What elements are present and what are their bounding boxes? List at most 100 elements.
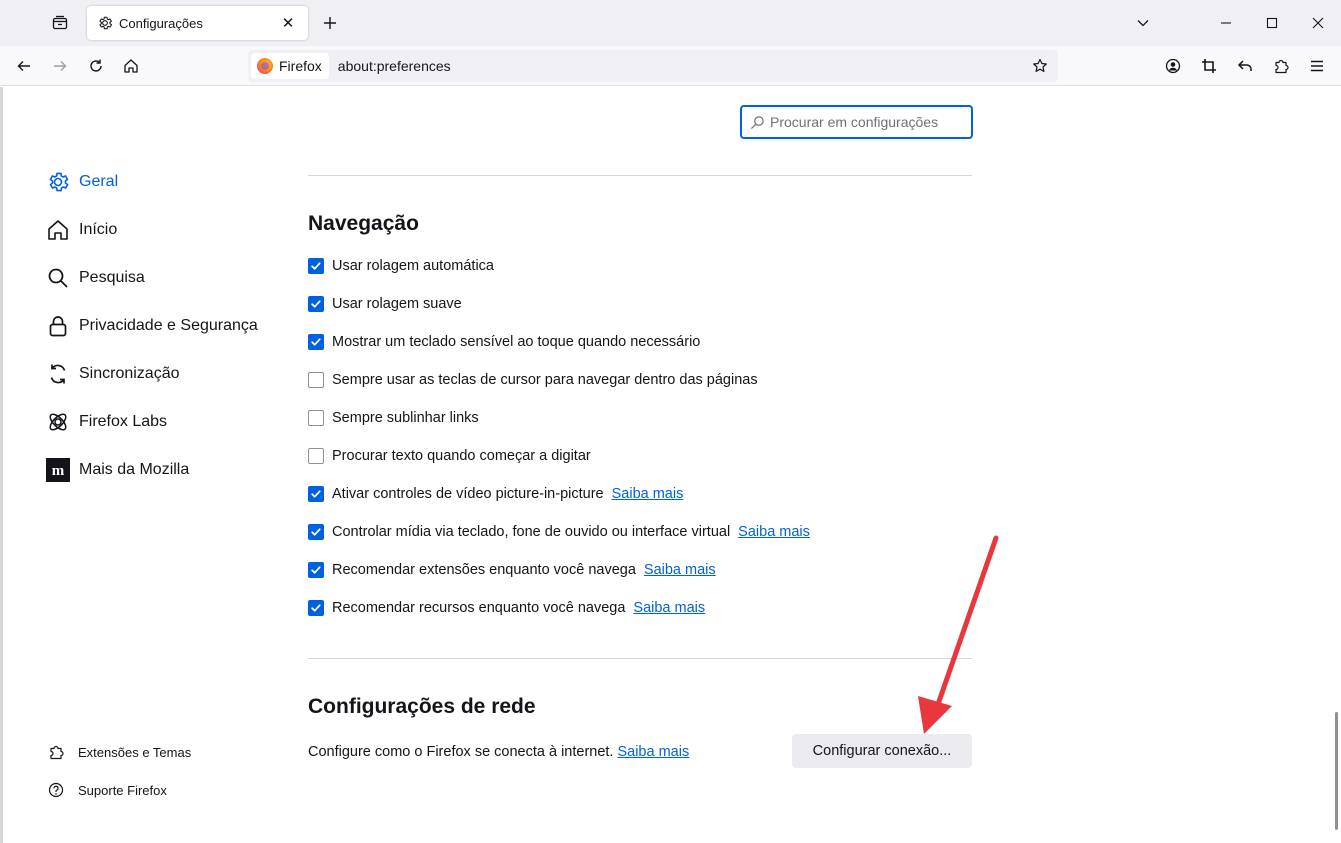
checkbox-checked[interactable]: [308, 562, 324, 578]
sidebar-item-firefox-labs[interactable]: Firefox Labs: [44, 406, 167, 438]
sidebar-item-label: Pesquisa: [79, 269, 145, 286]
checkbox-checked[interactable]: [308, 258, 324, 274]
tab-list-icon[interactable]: [44, 8, 76, 38]
settings-search-field[interactable]: [740, 105, 973, 139]
chevron-down-icon[interactable]: [1120, 0, 1166, 46]
option-label: Sempre sublinhar links: [332, 410, 479, 426]
close-tab-icon[interactable]: ✕: [278, 13, 298, 33]
menu-icon[interactable]: [1301, 50, 1333, 82]
checkbox-checked[interactable]: [308, 486, 324, 502]
gear-icon: [44, 168, 72, 196]
screenshot-icon[interactable]: [1193, 50, 1225, 82]
footer-link-label: Suporte Firefox: [78, 782, 167, 798]
minimize-icon[interactable]: [1203, 0, 1249, 46]
checkbox-checked[interactable]: [308, 334, 324, 350]
learn-more-link[interactable]: Saiba mais: [633, 600, 705, 616]
footer-link-label: Extensões e Temas: [78, 744, 192, 760]
firefox-support-link[interactable]: Suporte Firefox: [46, 778, 167, 802]
mozilla-icon: m: [44, 456, 72, 484]
reload-icon[interactable]: [80, 50, 112, 82]
sidebar-item-sincronizacao[interactable]: Sincronização: [44, 358, 180, 390]
sidebar-item-label: Mais da Mozilla: [79, 461, 190, 478]
sidebar-item-label: Sincronização: [79, 365, 180, 382]
close-window-icon[interactable]: [1295, 0, 1341, 46]
section-title-navigation: Navegação: [308, 212, 419, 235]
learn-more-link[interactable]: Saiba mais: [612, 486, 684, 502]
extensions-themes-link[interactable]: Extensões e Temas: [46, 740, 191, 764]
learn-more-link[interactable]: Saiba mais: [738, 524, 810, 540]
checkbox-unchecked[interactable]: [308, 448, 324, 464]
forward-icon[interactable]: [44, 50, 76, 82]
identity-box[interactable]: Firefox: [251, 53, 329, 79]
navigation-option[interactable]: Usar rolagem automática: [308, 255, 494, 277]
network-description-text: Configure como o Firefox se conecta à in…: [308, 744, 614, 760]
url-bar[interactable]: Firefox about:preferences: [248, 50, 1058, 82]
sidebar-item-mais-mozilla[interactable]: m Mais da Mozilla: [44, 454, 189, 486]
navigation-option[interactable]: Procurar texto quando começar a digitar: [308, 445, 591, 467]
checkbox-checked[interactable]: [308, 600, 324, 616]
sidebar-item-label: Firefox Labs: [79, 413, 168, 430]
checkmark-icon: [311, 338, 321, 346]
navigation-option[interactable]: Recomendar recursos enquanto você navega…: [308, 597, 705, 619]
sidebar-item-label: Início: [79, 221, 118, 238]
new-tab-button[interactable]: [316, 9, 344, 37]
learn-more-link[interactable]: Saiba mais: [617, 744, 689, 760]
bookmark-star-icon[interactable]: [1026, 52, 1054, 80]
option-label: Usar rolagem suave: [332, 296, 462, 312]
home-icon[interactable]: [115, 50, 147, 82]
navigation-option[interactable]: Sempre usar as teclas de cursor para nav…: [308, 369, 758, 391]
search-icon: [44, 264, 72, 292]
search-icon: [750, 115, 765, 130]
option-label: Mostrar um teclado sensível ao toque qua…: [332, 334, 701, 350]
navigation-option[interactable]: Usar rolagem suave: [308, 293, 462, 315]
maximize-icon[interactable]: [1249, 0, 1295, 46]
checkbox-unchecked[interactable]: [308, 410, 324, 426]
checkbox-checked[interactable]: [308, 296, 324, 312]
tab-settings[interactable]: Configurações ✕: [87, 6, 308, 40]
help-icon: [46, 780, 66, 800]
tab-title: Configurações: [119, 15, 203, 31]
lock-icon: [44, 312, 72, 340]
back-icon[interactable]: [8, 50, 40, 82]
scrollbar-thumb[interactable]: [1335, 712, 1338, 830]
option-label: Procurar texto quando começar a digitar: [332, 448, 591, 464]
labs-icon: [44, 408, 72, 436]
sidebar-item-geral[interactable]: Geral: [44, 166, 118, 198]
sidebar-item-pesquisa[interactable]: Pesquisa: [44, 262, 145, 294]
navigation-option[interactable]: Sempre sublinhar links: [308, 407, 479, 429]
navigation-option[interactable]: Mostrar um teclado sensível ao toque qua…: [308, 331, 700, 353]
undo-icon[interactable]: [1229, 50, 1261, 82]
option-label: Sempre usar as teclas de cursor para nav…: [332, 372, 758, 388]
home-icon: [44, 216, 72, 244]
account-icon[interactable]: [1157, 50, 1189, 82]
navigation-option[interactable]: Recomendar extensões enquanto você naveg…: [308, 559, 716, 581]
puzzle-icon: [46, 742, 66, 762]
sidebar-item-privacidade[interactable]: Privacidade e Segurança: [44, 310, 258, 342]
section-title-network: Configurações de rede: [308, 695, 536, 718]
identity-label: Firefox: [279, 58, 322, 74]
gear-icon: [97, 15, 113, 31]
window-left-edge: [0, 87, 3, 843]
navigation-option[interactable]: Controlar mídia via teclado, fone de ouv…: [308, 521, 810, 543]
checkmark-icon: [311, 566, 321, 574]
url-text[interactable]: about:preferences: [338, 58, 1026, 74]
configure-connection-button[interactable]: Configurar conexão...: [792, 734, 972, 768]
extensions-icon[interactable]: [1265, 50, 1297, 82]
sidebar-item-inicio[interactable]: Início: [44, 214, 117, 246]
checkbox-checked[interactable]: [308, 524, 324, 540]
preferences-page: [0, 87, 1341, 843]
tab-strip: Configurações ✕: [0, 0, 1341, 46]
navigation-toolbar: Firefox about:preferences: [0, 46, 1341, 86]
option-label: Recomendar extensões enquanto você naveg…: [332, 562, 636, 578]
navigation-option[interactable]: Ativar controles de vídeo picture-in-pic…: [308, 483, 683, 505]
checkmark-icon: [311, 490, 321, 498]
sidebar-item-label: Geral: [79, 173, 119, 190]
checkbox-unchecked[interactable]: [308, 372, 324, 388]
sidebar-item-label: Privacidade e Segurança: [79, 317, 258, 334]
option-label: Usar rolagem automática: [332, 258, 494, 274]
learn-more-link[interactable]: Saiba mais: [644, 562, 716, 578]
search-input[interactable]: [770, 114, 960, 130]
network-description: Configure como o Firefox se conecta à in…: [308, 741, 689, 763]
svg-text:m: m: [52, 463, 65, 479]
option-label: Recomendar recursos enquanto você navega: [332, 600, 626, 616]
